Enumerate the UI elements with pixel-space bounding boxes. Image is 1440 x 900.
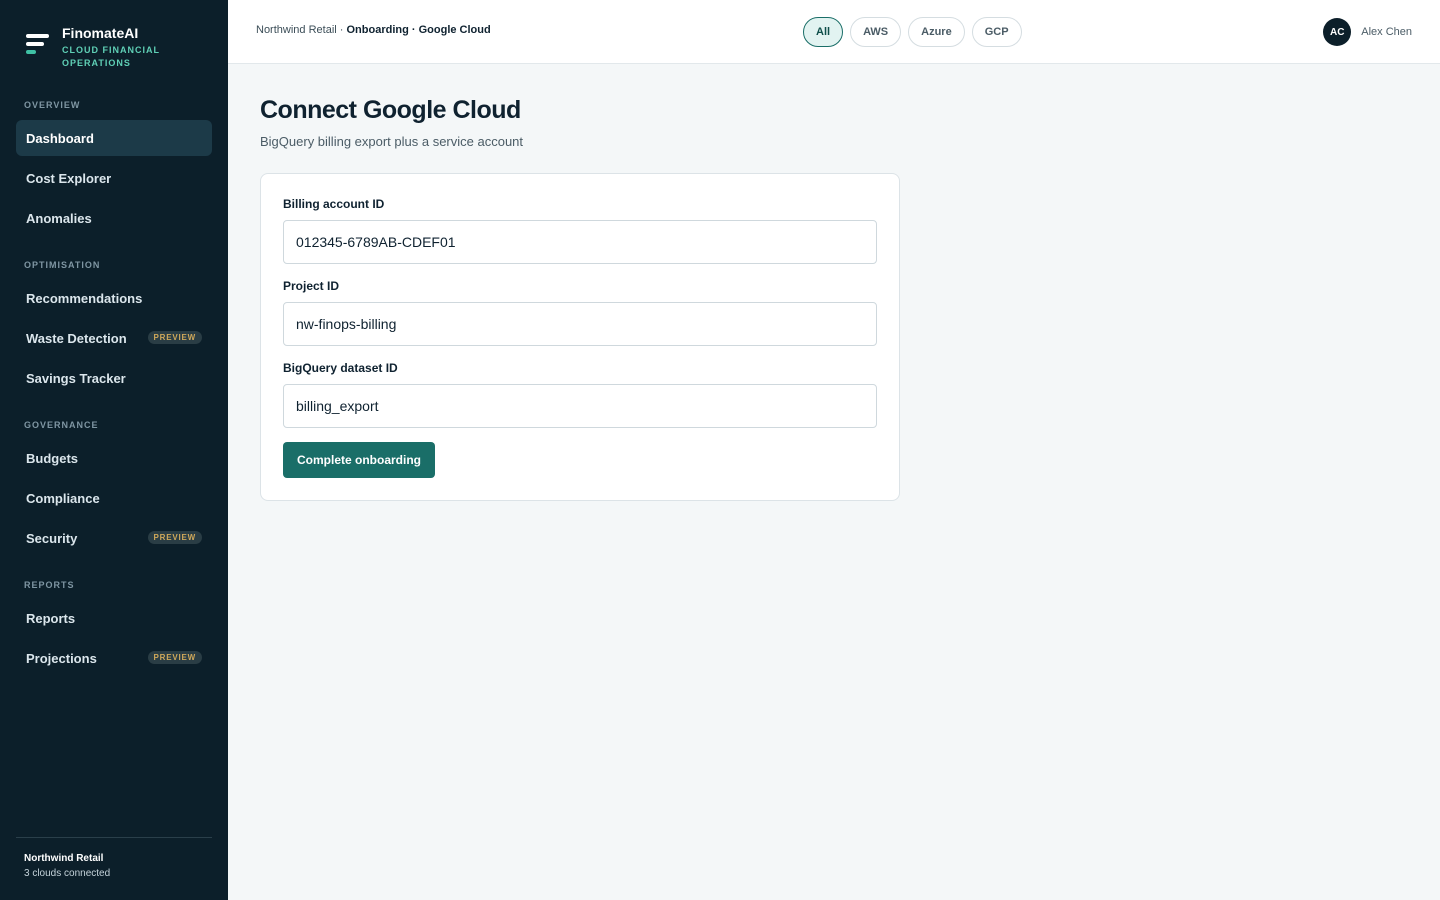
sidebar-item-reports[interactable]: Reports	[16, 600, 212, 636]
preview-badge: PREVIEW	[147, 331, 202, 344]
sidebar-item-waste-detection[interactable]: Waste Detection PREVIEW	[16, 320, 212, 356]
brand-tagline: CLOUD FINANCIAL OPERATIONS	[62, 45, 160, 68]
brand[interactable]: FinomateAI CLOUD FINANCIAL OPERATIONS	[26, 24, 162, 70]
sidebar-item-savings-tracker[interactable]: Savings Tracker	[16, 360, 212, 396]
project-id-label: Project ID	[283, 279, 340, 293]
cloud-filter-gcp[interactable]: GCP	[971, 17, 1022, 47]
cloud-filter-azure[interactable]: Azure	[908, 17, 965, 47]
page-title: Connect Google Cloud	[260, 96, 521, 124]
sidebar-item-projections[interactable]: Projections PREVIEW	[16, 640, 212, 676]
cloud-filter-group: All AWS Azure GCP	[803, 17, 1022, 47]
breadcrumb: Northwind Retail · Onboarding · Google C…	[256, 24, 491, 36]
sidebar-item-label: Security	[26, 530, 78, 546]
preview-badge: PREVIEW	[147, 651, 202, 664]
sidebar-item-dashboard[interactable]: Dashboard	[16, 120, 212, 156]
project-id-input[interactable]	[283, 302, 877, 346]
nav-section-governance: GOVERNANCE	[24, 420, 99, 430]
top-header: Northwind Retail · Onboarding · Google C…	[228, 0, 1440, 64]
breadcrumb-current: Onboarding · Google Cloud	[346, 24, 491, 36]
page-subtitle: BigQuery billing export plus a service a…	[260, 134, 524, 149]
nav-section-reports: REPORTS	[24, 580, 75, 590]
sidebar-item-compliance[interactable]: Compliance	[16, 480, 212, 516]
sidebar-item-label: Compliance	[26, 490, 100, 506]
sidebar-item-label: Dashboard	[26, 130, 94, 146]
sidebar: FinomateAI CLOUD FINANCIAL OPERATIONS OV…	[0, 0, 228, 900]
sidebar-item-label: Recommendations	[26, 290, 143, 306]
sidebar-item-label: Budgets	[26, 450, 78, 466]
user-name: Alex Chen	[1361, 26, 1412, 38]
sidebar-item-recommendations[interactable]: Recommendations	[16, 280, 212, 316]
nav-section-overview: OVERVIEW	[24, 100, 81, 110]
sidebar-item-label: Anomalies	[26, 210, 92, 226]
user-menu[interactable]: AC Alex Chen	[1323, 18, 1412, 46]
sidebar-item-security[interactable]: Security PREVIEW	[16, 520, 212, 556]
cloud-filter-aws[interactable]: AWS	[850, 17, 902, 47]
billing-account-input[interactable]	[283, 220, 877, 264]
dataset-id-label: BigQuery dataset ID	[283, 361, 398, 375]
sidebar-divider	[16, 837, 212, 838]
brand-name: FinomateAI	[62, 25, 139, 41]
dataset-id-input[interactable]	[283, 384, 877, 428]
sidebar-item-label: Projections	[26, 650, 97, 666]
cloud-filter-all[interactable]: All	[803, 17, 844, 47]
breadcrumb-separator: ·	[339, 24, 344, 36]
onboarding-form: Billing account ID Project ID BigQuery d…	[260, 173, 900, 501]
finomate-logo-icon	[26, 34, 50, 60]
sidebar-item-budgets[interactable]: Budgets	[16, 440, 212, 476]
sidebar-item-label: Savings Tracker	[26, 370, 126, 386]
sidebar-item-label: Cost Explorer	[26, 170, 112, 186]
avatar: AC	[1323, 18, 1352, 46]
org-status: 3 clouds connected	[24, 868, 111, 879]
breadcrumb-org[interactable]: Northwind Retail	[256, 24, 337, 36]
sidebar-item-anomalies[interactable]: Anomalies	[16, 200, 212, 236]
sidebar-item-label: Waste Detection	[26, 330, 127, 346]
billing-account-label: Billing account ID	[283, 197, 385, 211]
org-name: Northwind Retail	[24, 853, 104, 864]
sidebar-item-label: Reports	[26, 610, 76, 626]
complete-onboarding-button[interactable]: Complete onboarding	[283, 442, 435, 478]
sidebar-item-cost-explorer[interactable]: Cost Explorer	[16, 160, 212, 196]
nav-section-optimisation: OPTIMISATION	[24, 260, 101, 270]
preview-badge: PREVIEW	[147, 531, 202, 544]
